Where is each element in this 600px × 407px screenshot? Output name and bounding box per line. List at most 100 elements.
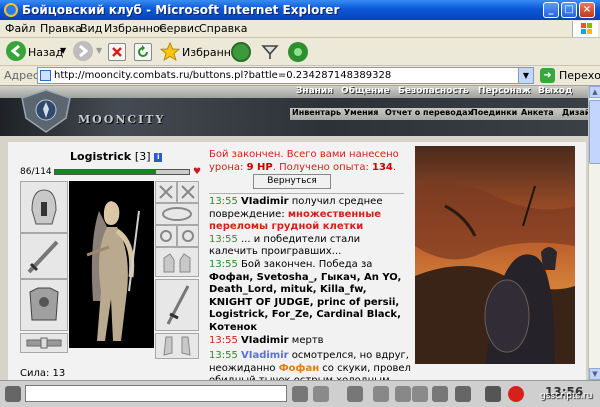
scroll-thumb[interactable]: [589, 100, 600, 164]
back-arrow-icon[interactable]: [6, 41, 26, 61]
nav-communication[interactable]: Общение: [341, 86, 390, 96]
clear-icon[interactable]: [313, 386, 329, 402]
menu-icon[interactable]: [5, 386, 21, 402]
settings-icon[interactable]: [455, 386, 471, 402]
go-arrow-icon[interactable]: ➜: [540, 68, 555, 83]
info-icon[interactable]: i: [154, 153, 163, 162]
log-name-orange[interactable]: Фофан: [279, 363, 319, 374]
sound-icon[interactable]: [395, 386, 411, 402]
maximize-button[interactable]: □: [561, 2, 577, 18]
tool-b-icon[interactable]: [288, 42, 308, 62]
character-nick: Logistrick: [70, 150, 132, 163]
minimize-button[interactable]: _: [543, 2, 559, 18]
nav-inventory[interactable]: Инвентарь: [292, 108, 341, 117]
elf-warrior-image: [69, 181, 154, 348]
scroll-down-icon[interactable]: ▼: [589, 368, 600, 380]
return-button[interactable]: Вернуться: [253, 174, 331, 189]
boots-icon: [163, 336, 191, 356]
ring-slot-2[interactable]: [177, 181, 199, 203]
amulet-slot[interactable]: [155, 203, 199, 225]
nav-transfers[interactable]: Отчет о переводах: [385, 108, 473, 117]
battle-result: Бой закончен. Всего вами нанесено урона:…: [209, 148, 404, 174]
address-dropdown-icon[interactable]: ▼: [518, 68, 533, 83]
vertical-scrollbar[interactable]: ▲ ▼: [588, 86, 600, 380]
nav-design[interactable]: Дизайн: [562, 108, 588, 117]
game-content: Logistrick [3] i 86/114 ♥ Сила: 13 Бой з…: [8, 142, 586, 380]
refresh-icon[interactable]: [134, 43, 152, 61]
gloves-slot[interactable]: [155, 247, 199, 277]
nav-profile[interactable]: Анкета: [521, 108, 554, 117]
belt-slot[interactable]: [20, 333, 68, 353]
exp-value: 134: [372, 162, 393, 173]
channel-icon[interactable]: [412, 386, 428, 402]
send-icon[interactable]: [292, 386, 308, 402]
close-button[interactable]: ×: [579, 2, 595, 18]
ring-slot-1[interactable]: [155, 181, 177, 203]
log-time: 13:55: [209, 350, 238, 362]
hp-text: 86/114: [20, 167, 52, 177]
exp-label: . Получено опыта:: [272, 162, 369, 173]
log-name[interactable]: VIadimir: [241, 335, 289, 346]
nav-knowledge[interactable]: Знания: [296, 86, 333, 96]
windows-logo-icon: [572, 21, 598, 37]
log-entry: 13:55 VIadimir получил среднее поврежден…: [209, 196, 412, 234]
menu-help[interactable]: Справка: [199, 22, 247, 35]
log-winners: Фофан, Svetosha_, Гыкач, An YO, Death_Lo…: [209, 271, 402, 333]
address-input[interactable]: http://mooncity.combats.ru/buttons.pl?ba…: [37, 67, 534, 84]
smiles-icon[interactable]: [347, 386, 363, 402]
back-label[interactable]: Назад: [28, 46, 63, 68]
address-bar: Адрес: http://mooncity.combats.ru/button…: [0, 66, 600, 86]
star-icon[interactable]: [159, 41, 181, 64]
log-entry: 13:55 VIadimir осмотрелся, но вдруг, нео…: [209, 350, 412, 380]
nav-skills[interactable]: Умения: [344, 108, 378, 117]
moon-icon[interactable]: [485, 386, 501, 402]
stop-icon[interactable]: [108, 43, 126, 61]
menu-file[interactable]: Файл: [5, 22, 35, 35]
log-name[interactable]: VIadimir: [241, 350, 289, 361]
earring-slot-1[interactable]: [155, 225, 177, 247]
address-url[interactable]: http://mooncity.combats.ru/buttons.pl?ba…: [54, 70, 391, 81]
log-name[interactable]: VIadimir: [241, 196, 289, 207]
forward-arrow-icon[interactable]: [73, 41, 93, 61]
damage-value: 9 HP: [246, 162, 273, 173]
filter-icon[interactable]: [373, 386, 389, 402]
scroll-up-icon[interactable]: ▲: [589, 86, 600, 98]
nav-character[interactable]: Персонаж: [478, 86, 531, 96]
weapon-slot[interactable]: [20, 233, 68, 279]
ring-icon: [182, 230, 194, 242]
menu-view[interactable]: Вид: [80, 22, 102, 35]
history-icon[interactable]: [231, 42, 251, 62]
back-dropdown-icon[interactable]: ▼: [60, 46, 66, 68]
menu-edit[interactable]: Правка: [40, 22, 82, 35]
menu-favorites[interactable]: Избранное: [104, 22, 166, 35]
system-icon[interactable]: [432, 386, 448, 402]
earring-slot-2[interactable]: [177, 225, 199, 247]
gloves-icon: [163, 253, 191, 273]
nav-exit[interactable]: Выход: [538, 86, 572, 96]
armor-icon: [29, 287, 59, 321]
menu-tools[interactable]: Сервис: [159, 22, 200, 35]
chat-input[interactable]: [25, 385, 287, 402]
shield-slot[interactable]: [155, 279, 199, 331]
exp-end: .: [392, 162, 397, 173]
window-title: Бойцовский клуб - Microsoft Internet Exp…: [22, 3, 340, 17]
sub-nav: Инвентарь Умения Отчет о переводах Поеди…: [290, 108, 588, 120]
helmet-slot[interactable]: [20, 181, 68, 233]
character-level: [3]: [134, 150, 151, 163]
tool-a-icon[interactable]: [261, 43, 279, 61]
log-time: 13:55: [209, 258, 238, 270]
forward-dropdown-icon[interactable]: ▼: [96, 46, 102, 68]
boots-slot[interactable]: [155, 333, 199, 359]
nav-security[interactable]: Безопасность: [398, 86, 469, 96]
hp-bar-fill: [55, 170, 157, 174]
mooncity-logo: MOONCITY: [78, 113, 166, 126]
top-nav: Знания Общение Безопасность Персонаж Вых…: [0, 86, 588, 98]
game-bottom-bar: 13:56: [0, 380, 600, 407]
armor-slot[interactable]: [20, 279, 68, 331]
character-portrait[interactable]: [69, 181, 154, 348]
go-label[interactable]: Переход: [559, 69, 600, 82]
character-name: Logistrick [3] i: [70, 150, 163, 163]
nav-fights[interactable]: Поединки: [471, 108, 517, 117]
crossed-swords-icon: [181, 185, 195, 199]
alert-icon[interactable]: [508, 386, 524, 402]
